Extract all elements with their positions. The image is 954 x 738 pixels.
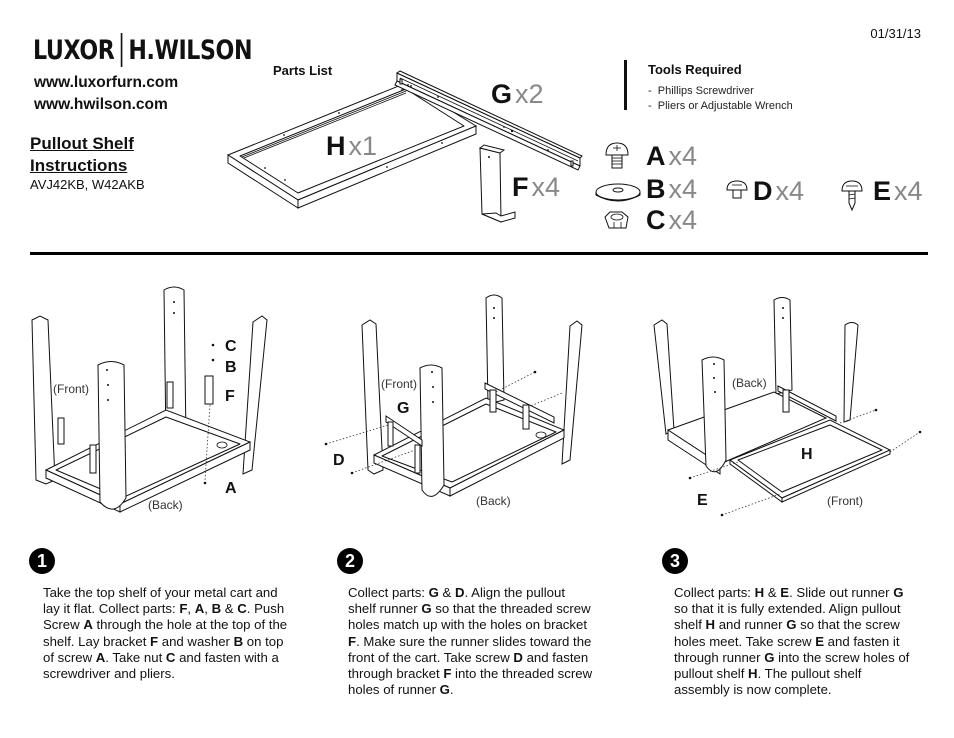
part-qty-c: x4 [668,205,698,235]
tools-divider-bar [624,60,627,110]
step-3-text: Collect parts: H & E. Slide out runner G… [674,585,910,698]
screw-e-drawing [841,180,863,212]
part-reference: B [211,601,222,617]
part-reference: H [748,666,758,682]
part-qty-h: x1 [348,131,378,161]
part-reference: A [95,649,106,665]
part-reference: G [428,585,439,600]
step-1-part-b: B [225,359,237,376]
tool-item: Phillips Screwdriver [648,84,793,99]
part-reference: F [150,633,159,649]
step-1-number: 1 [29,548,55,574]
step-1-diagram [31,286,268,513]
part-label-b: Bx4 [646,174,698,204]
part-reference: G [421,601,432,617]
part-reference: B [233,633,244,649]
step-3-back-label: (Back) [732,376,767,390]
part-reference: G [439,682,450,698]
step-2-front-label: (Front) [381,377,417,391]
part-qty-a: x4 [668,141,698,171]
part-reference: D [513,649,523,665]
tool-item: Pliers or Adjustable Wrench [648,99,793,114]
part-reference: G [893,585,904,600]
part-label-d: Dx4 [753,176,805,206]
part-reference: F [348,633,357,649]
step-3-diagram [653,297,922,517]
step-1-part-a: A [225,480,237,497]
part-reference: F [443,666,452,682]
step-2-part-g: G [397,400,410,417]
bracket-drawing [478,144,516,223]
part-reference: C [237,601,247,617]
step-1-back-label: (Back) [148,498,183,512]
step-1-text: Take the top shelf of your metal cart an… [43,585,288,682]
part-reference: H [754,585,765,600]
part-reference: E [815,633,825,649]
part-reference: H [705,617,716,633]
part-qty-b: x4 [668,174,698,204]
step-2-diagram [324,294,583,497]
step-1-part-f: F [225,388,235,405]
step-2-back-label: (Back) [476,494,511,508]
screw-a-drawing [605,142,629,169]
part-qty-f: x4 [531,172,561,202]
part-label-c: Cx4 [646,205,698,235]
part-reference: A [83,617,93,633]
part-reference: E [780,585,790,600]
part-reference: G [786,617,797,633]
part-reference: A [194,601,205,617]
part-label-g: Gx2 [491,79,544,109]
tools-list: Phillips Screwdriver Pliers or Adjustabl… [648,84,793,113]
part-qty-d: x4 [775,176,805,206]
part-qty-g: x2 [515,79,544,109]
step-1-front-label: (Front) [53,382,89,396]
step-2-number: 2 [337,548,363,574]
part-label-a: Ax4 [646,141,698,171]
washer-b-drawing [595,183,641,202]
tools-required-title: Tools Required [648,62,742,77]
part-reference: D [455,585,465,600]
step-3-part-e: E [697,492,708,509]
step-3-front-label: (Front) [827,494,863,508]
part-label-h: Hx1 [326,131,378,161]
step-2-part-d: D [333,452,345,469]
part-label-f: Fx4 [512,172,561,202]
step-1-part-c: C [225,338,237,355]
part-reference: F [179,601,188,617]
step-3-part-h: H [801,446,813,463]
part-reference: G [764,649,775,665]
part-label-e: Ex4 [873,176,923,206]
nut-c-drawing [604,211,629,229]
part-reference: C [165,649,176,665]
section-divider [30,252,928,255]
step-3-number: 3 [662,548,688,574]
part-h-shelf-frame-illustration [226,70,863,229]
screw-d-drawing [726,180,748,199]
step-2-text: Collect parts: G & D. Align the pullout … [348,585,593,698]
part-qty-e: x4 [894,176,923,206]
